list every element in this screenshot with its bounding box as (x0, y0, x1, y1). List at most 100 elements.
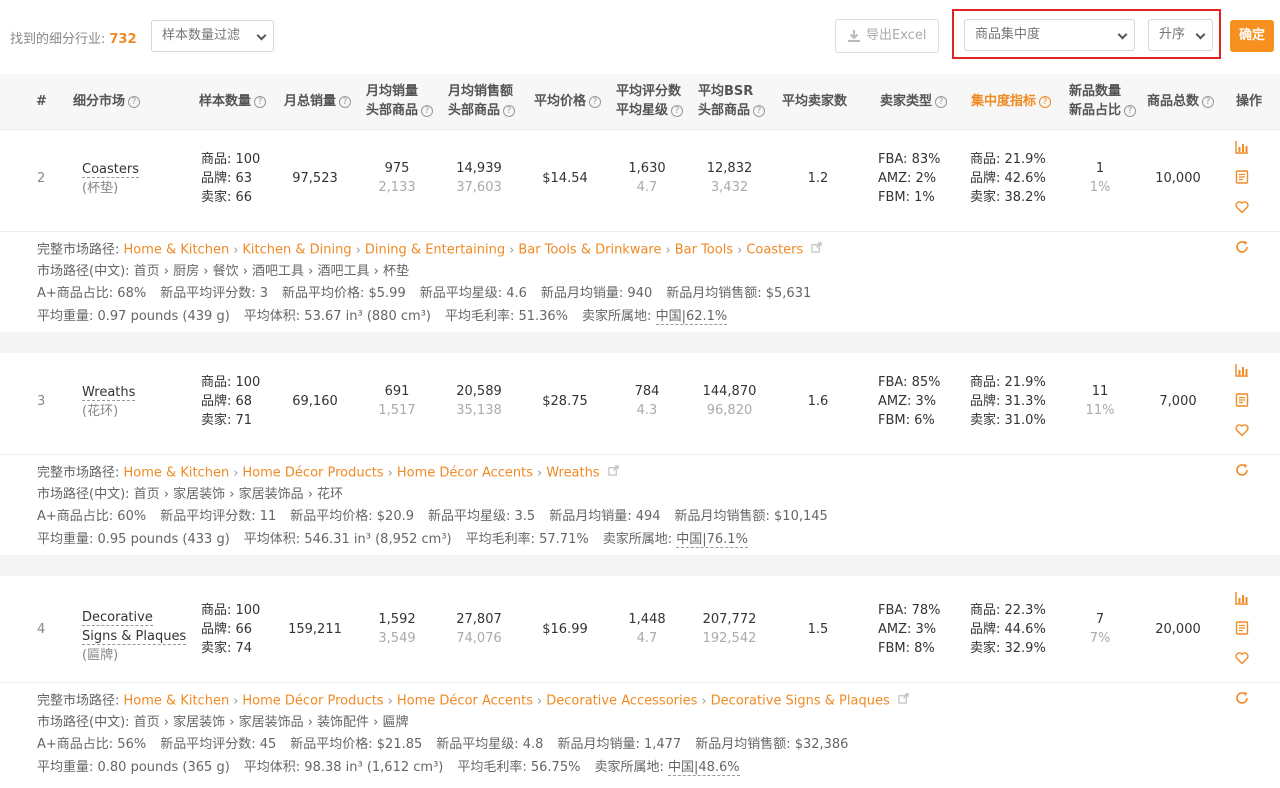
market-name-line[interactable]: Decorative (82, 608, 186, 627)
path-link[interactable]: Home Décor Products (242, 466, 383, 481)
help-icon[interactable]: ? (1202, 95, 1215, 108)
col-concentration-label: 集中度指标 (971, 94, 1037, 109)
avg-sales-sub: 2,133 (378, 180, 416, 195)
col-market[interactable]: 细分市场? (73, 92, 141, 111)
help-icon[interactable]: ? (589, 95, 602, 108)
concentration: 商品: 21.9% 品牌: 42.6% 卖家: 38.2% (970, 150, 1046, 207)
path-link[interactable]: Home & Kitchen (124, 694, 230, 709)
sort-order-select[interactable]: 升序 (1148, 19, 1213, 51)
chart-icon[interactable] (1235, 140, 1249, 154)
path-link[interactable]: Decorative Accessories (546, 694, 697, 709)
help-icon[interactable]: ? (671, 104, 684, 117)
col-monthly-sales-label: 月总销量 (284, 94, 337, 109)
col-avg-revenue[interactable]: 月均销售额 头部商品? (448, 82, 516, 120)
seller-type-line: FBA: 78% (878, 603, 941, 618)
heart-icon[interactable] (1235, 651, 1249, 665)
col-rating[interactable]: 平均评分数 平均星级? (616, 82, 684, 120)
document-icon[interactable] (1235, 170, 1249, 184)
market-name-line[interactable]: Coasters (82, 160, 139, 179)
help-icon[interactable]: ? (935, 95, 948, 108)
stat-item: 平均毛利率: 51.36% (444, 309, 569, 324)
market-name-cell[interactable]: Coasters (杯垫) (82, 160, 139, 198)
path-link[interactable]: Wreaths (546, 466, 599, 481)
help-icon[interactable]: ? (339, 95, 352, 108)
avg-bsr-sub: 3,432 (710, 180, 749, 195)
document-icon[interactable] (1235, 621, 1249, 635)
avg-bsr: 207,772 192,542 (692, 610, 767, 648)
market-name-link[interactable]: Coasters (82, 162, 139, 178)
row-detail: 完整市场路径: Home & Kitchen › Kitchen & Dining ›… (0, 232, 1280, 332)
physical-stats: 平均重量: 0.95 pounds (433 g) 平均体积: 546.31 in… (37, 531, 748, 549)
path-link[interactable]: Decorative Signs & Plaques (711, 694, 890, 709)
help-icon[interactable]: ? (1124, 104, 1137, 117)
help-icon[interactable]: ? (503, 104, 516, 117)
path-link[interactable]: Home & Kitchen (124, 466, 230, 481)
refresh-icon[interactable] (1235, 240, 1249, 254)
external-link-icon[interactable] (811, 242, 822, 257)
origin-value[interactable]: 中国|62.1% (655, 309, 728, 325)
col-seller-type[interactable]: 卖家类型? (880, 92, 948, 111)
col-monthly-sales[interactable]: 月总销量? (284, 92, 352, 111)
monthly-sales: 159,211 (288, 622, 342, 637)
market-name-cell[interactable]: Decorative Signs & Plaques (匾牌) (82, 608, 187, 665)
stat-item: 新品月均销量: 494 (549, 509, 661, 524)
market-name-link[interactable]: Signs & Plaques (82, 629, 187, 645)
new-product-stats: A+商品占比: 56% 新品平均评分数: 45 新品平均价格: $21.85 新品平均… (37, 736, 862, 754)
avg-revenue-top: 27,807 (456, 612, 502, 627)
col-avg-price[interactable]: 平均价格? (534, 92, 602, 111)
heart-icon[interactable] (1235, 423, 1249, 437)
stat-item: 平均体积: 546.31 in³ (8,952 cm³) (243, 532, 452, 547)
external-link-icon[interactable] (608, 465, 619, 480)
origin-value[interactable]: 中国|48.6% (667, 760, 740, 776)
concentration-line: 品牌: 31.3% (970, 394, 1046, 409)
confirm-button[interactable]: 确定 (1230, 20, 1274, 52)
path-link[interactable]: Kitchen & Dining (242, 243, 351, 258)
col-bsr[interactable]: 平均BSR 头部商品? (698, 82, 766, 120)
path-link[interactable]: Home Décor Accents (397, 694, 533, 709)
export-excel-button[interactable]: 导出Excel (835, 19, 939, 53)
col-bsr-sub: 头部商品 (698, 103, 751, 118)
help-icon[interactable]: ? (128, 95, 141, 108)
refresh-icon[interactable] (1235, 463, 1249, 477)
origin-value[interactable]: 中国|76.1% (676, 532, 748, 548)
help-icon[interactable]: ? (254, 95, 267, 108)
avg-sales: 691 1,517 (362, 382, 432, 420)
path-link[interactable]: Coasters (746, 243, 803, 258)
col-total[interactable]: 商品总数? (1147, 92, 1215, 111)
chart-icon[interactable] (1235, 363, 1249, 377)
seller-type-line: AMZ: 2% (878, 171, 937, 186)
chart-icon[interactable] (1235, 591, 1249, 605)
external-link-icon[interactable] (898, 693, 909, 708)
concentration: 商品: 21.9% 品牌: 31.3% 卖家: 31.0% (970, 373, 1046, 430)
market-name-link[interactable]: Decorative (82, 610, 153, 626)
path-link[interactable]: Bar Tools & Drinkware (518, 243, 661, 258)
market-name-line[interactable]: Signs & Plaques (82, 627, 187, 646)
heart-icon[interactable] (1235, 200, 1249, 214)
physical-stats: 平均重量: 0.80 pounds (365 g) 平均体积: 98.38 in³… (37, 759, 740, 777)
col-new[interactable]: 新品数量 新品占比? (1069, 82, 1137, 120)
col-sellers[interactable]: 平均卖家数 (782, 92, 847, 111)
help-icon[interactable]: ? (1039, 95, 1052, 108)
path-link[interactable]: Home & Kitchen (124, 243, 230, 258)
path-link[interactable]: Dining & Entertaining (365, 243, 505, 258)
market-name-cn: (杯垫) (82, 181, 119, 196)
col-samples[interactable]: 样本数量? (199, 92, 267, 111)
market-name-cell[interactable]: Wreaths (花环) (82, 383, 136, 421)
help-icon[interactable]: ? (753, 104, 766, 117)
path-link[interactable]: Home Décor Accents (397, 466, 533, 481)
document-icon[interactable] (1235, 393, 1249, 407)
market-name-link[interactable]: Wreaths (82, 385, 136, 401)
col-avg-sales[interactable]: 月均销量 头部商品? (366, 82, 434, 120)
path-link[interactable]: Bar Tools (675, 243, 733, 258)
path-label: 完整市场路径: (37, 465, 120, 481)
concentration-line: 卖家: 31.0% (970, 413, 1046, 428)
refresh-icon[interactable] (1235, 691, 1249, 705)
avg-rating-top: 1,630 (628, 161, 666, 176)
market-name-line[interactable]: Wreaths (82, 383, 136, 402)
col-concentration[interactable]: 集中度指标? (971, 92, 1052, 111)
sort-metric-select[interactable]: 商品集中度 (964, 19, 1135, 51)
sample-filter-select[interactable]: 样本数量过滤 (151, 20, 274, 52)
path-link[interactable]: Home Décor Products (242, 694, 383, 709)
sample-count-line: 商品: 100 (201, 152, 261, 167)
help-icon[interactable]: ? (421, 104, 434, 117)
